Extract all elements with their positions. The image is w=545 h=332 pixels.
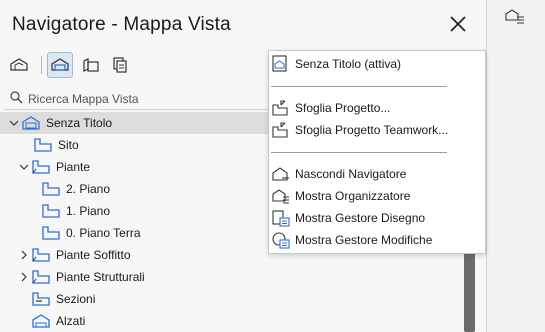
tree-item-label: 1. Piano [66, 204, 111, 218]
menu-item-nascondi-navigatore[interactable]: Nascondi Navigatore [269, 163, 485, 185]
search-icon [10, 91, 23, 104]
tree-item-label: Piante Soffitto [56, 248, 131, 262]
chevron-right-icon[interactable] [18, 271, 30, 283]
folder-view-icon [34, 136, 54, 154]
view-map-button[interactable] [47, 52, 73, 78]
organizer-icon[interactable] [505, 7, 527, 25]
project-file-icon [272, 55, 290, 73]
drawing-manager-icon [272, 209, 290, 227]
tree-item-label: Piante [56, 160, 91, 174]
tree-item-label: 2. Piano [66, 182, 111, 196]
menu-item-sfoglia-progetto-teamwork[interactable]: Sfoglia Progetto Teamwork... [269, 119, 485, 141]
view-map-icon [51, 58, 69, 71]
project-map-icon [10, 58, 28, 71]
tree-item-label: Sito [58, 138, 79, 152]
tree-item-0-piano-terra[interactable]: 0. Piano Terra [42, 222, 141, 244]
menu-item-label: Senza Titolo (attiva) [295, 57, 402, 71]
window-title: Navigatore - Mappa Vista [12, 14, 231, 35]
publisher-sets-icon [113, 57, 127, 73]
layout-book-button[interactable] [78, 52, 104, 78]
tree-item-piante-strutturali[interactable]: Piante Strutturali [18, 266, 145, 288]
tree-item-1-piano[interactable]: 1. Piano [42, 200, 110, 222]
toolbar-divider [41, 56, 42, 74]
elevation-icon [32, 312, 52, 330]
project-root-icon [22, 114, 42, 132]
menu-item-label: Mostra Organizzatore [295, 189, 411, 203]
folder-view-icon [32, 268, 52, 286]
tree-item-sezioni[interactable]: Sezioni [32, 288, 95, 310]
menu-item-senza-titolo-attiva[interactable]: Senza Titolo (attiva) [269, 53, 485, 75]
menu-item-label: Sfoglia Progetto Teamwork... [295, 123, 449, 137]
tree-item-sito[interactable]: Sito [34, 134, 79, 156]
tree-item-label: Sezioni [56, 292, 96, 306]
folder-view-icon [42, 180, 62, 198]
organizer-icon [272, 187, 290, 205]
tree-item-alzati[interactable]: Alzati [32, 310, 85, 332]
tree-item-2-piano[interactable]: 2. Piano [42, 178, 110, 200]
tree-item-label: Piante Strutturali [56, 270, 145, 284]
menu-item-mostra-gestore-disegno[interactable]: Mostra Gestore Disegno [269, 207, 485, 229]
folder-view-icon [32, 158, 52, 176]
chevron-down-icon[interactable] [18, 161, 30, 173]
navigator-options-menu: Senza Titolo (attiva) Sfoglia Progetto..… [268, 50, 486, 254]
tree-item-label: 0. Piano Terra [66, 226, 141, 240]
layout-book-icon [83, 58, 99, 72]
folder-view-icon [42, 202, 62, 220]
menu-item-label: Mostra Gestore Modifiche [295, 233, 433, 247]
hide-navigator-icon [272, 165, 290, 183]
chevron-down-icon[interactable] [8, 117, 20, 129]
section-icon [32, 290, 52, 308]
folder-view-icon [42, 224, 62, 242]
browse-project-icon [272, 99, 290, 117]
close-icon[interactable] [448, 14, 468, 34]
tree-item-label: Alzati [56, 314, 86, 328]
menu-item-mostra-gestore-modifiche[interactable]: Mostra Gestore Modifiche [269, 229, 485, 251]
menu-item-mostra-organizzatore[interactable]: Mostra Organizzatore [269, 185, 485, 207]
menu-item-label: Mostra Gestore Disegno [295, 211, 426, 225]
chevron-right-icon[interactable] [18, 249, 30, 261]
tree-item-piante-soffitto[interactable]: Piante Soffitto [18, 244, 131, 266]
menu-item-label: Nascondi Navigatore [295, 167, 407, 181]
tree-item-label: Senza Titolo [46, 116, 113, 130]
tree-item-piante[interactable]: Piante [18, 156, 90, 178]
project-map-button[interactable] [6, 52, 32, 78]
menu-item-sfoglia-progetto[interactable]: Sfoglia Progetto... [269, 97, 485, 119]
menu-divider [271, 152, 447, 153]
publisher-sets-button[interactable] [108, 52, 134, 78]
menu-divider [271, 86, 447, 87]
folder-view-icon [32, 246, 52, 264]
browse-teamwork-icon [272, 121, 290, 139]
change-manager-icon [272, 231, 290, 249]
menu-item-label: Sfoglia Progetto... [295, 101, 391, 115]
